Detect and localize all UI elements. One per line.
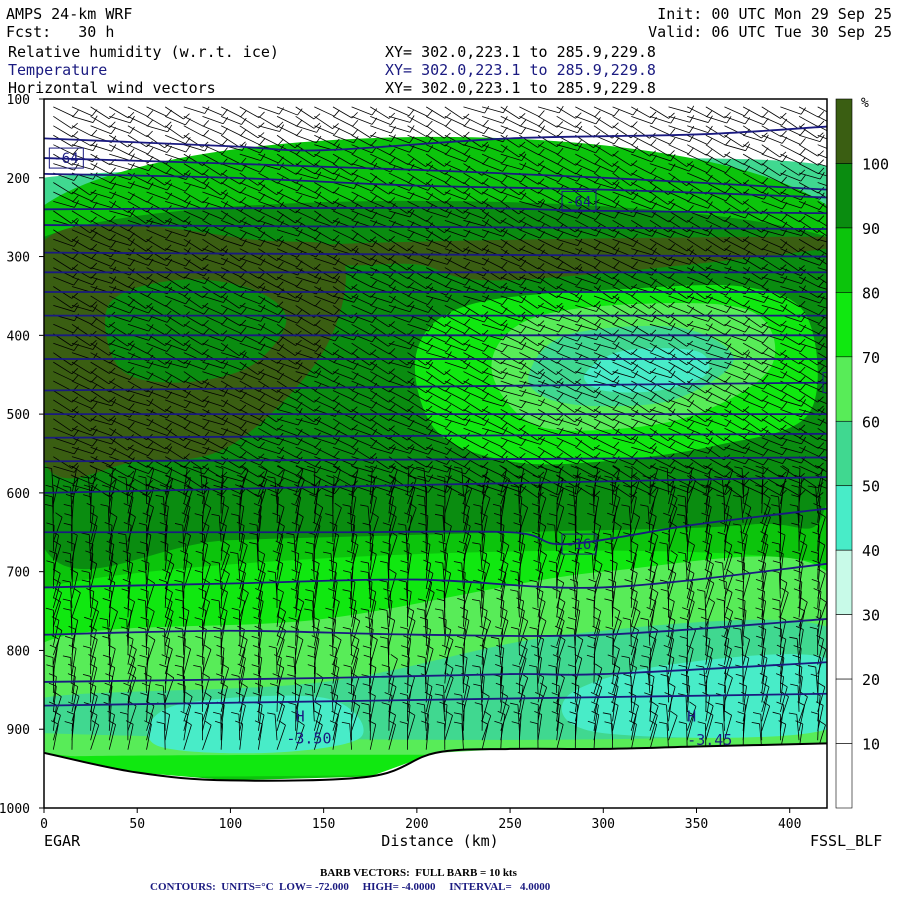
plot-area: -64-64-32-16H-3.50H-3.45 [44, 99, 827, 808]
wind-barb [313, 468, 316, 495]
wind-barb [611, 572, 614, 599]
cross-section-chart: -64-64-32-16H-3.50H-3.45 100200300400500… [0, 93, 889, 850]
